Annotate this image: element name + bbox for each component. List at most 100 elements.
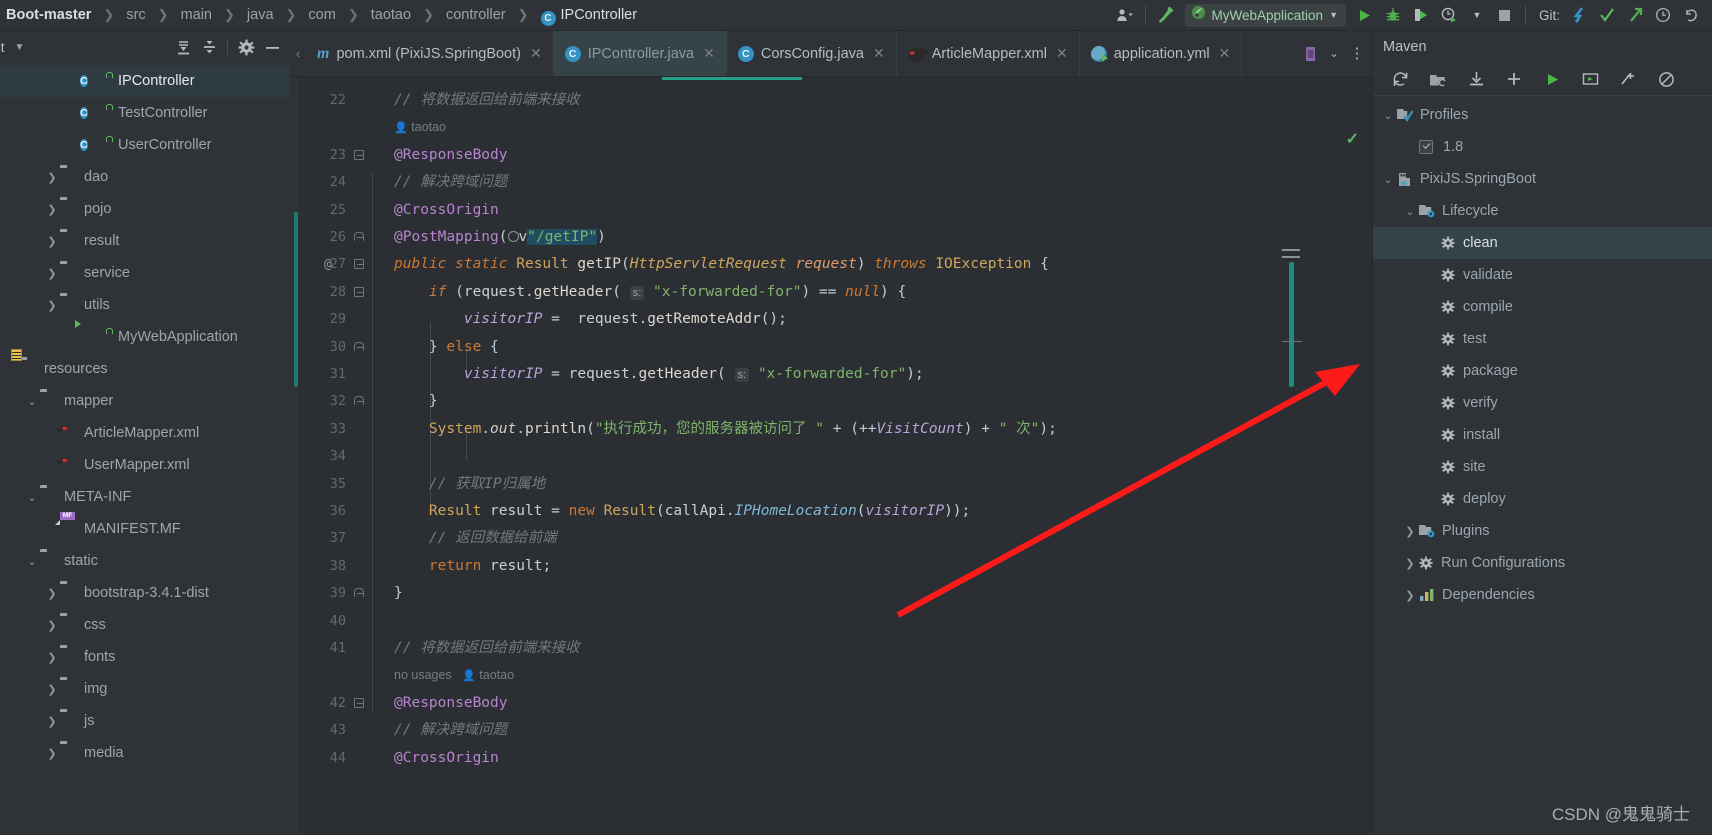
close-icon[interactable]: ✕ [703,45,715,62]
skip-tests-icon[interactable] [1609,65,1647,93]
maven-tree-item[interactable]: validate [1373,259,1712,291]
project-tree-item[interactable]: ❯ result [0,225,290,257]
chevron-right-icon[interactable]: ❯ [44,683,60,696]
editor-tab[interactable]: C IPController.java ✕ [553,31,727,76]
stop-square-icon[interactable] [1492,2,1518,28]
maven-tree-item[interactable]: ❯ Run Configurations [1373,547,1712,579]
code-line[interactable]: @PostMapping(v"/getIP") [394,224,606,251]
code-fold-marker[interactable] [354,396,364,406]
collapse-all-icon[interactable] [197,35,221,59]
chevron-right-icon[interactable]: ❯ [44,747,60,760]
chevron-right-icon[interactable]: ❯ [44,715,60,728]
maven-tree-item[interactable]: compile [1373,291,1712,323]
debug-bug-icon[interactable] [1380,2,1406,28]
chevron-down-icon[interactable]: ⌄ [1379,109,1397,122]
editor-tab[interactable]: C CorsConfig.java ✕ [727,31,897,76]
maven-tree-item[interactable]: 1.8 [1373,131,1712,163]
chevron-down-icon[interactable]: ⌄ [24,555,40,568]
chevron-down-icon[interactable]: ▼ [15,42,25,53]
code-line[interactable]: Result result = new Result(callApi.IPHom… [394,498,970,525]
project-tree-item[interactable]: C IPController [0,65,290,97]
reload-all-projects-icon[interactable] [1381,65,1419,93]
toggle-offline-mode-icon[interactable] [1571,65,1609,93]
code-line[interactable]: @CrossOrigin [394,745,499,772]
editor-scrollbar-thumb[interactable] [1289,262,1294,387]
code-line[interactable]: // 解决跨域问题 [394,169,507,196]
editor-gutter[interactable] [290,77,298,835]
code-line[interactable]: System.out.println("执行成功，您的服务器被访问了 " + (… [394,416,1057,443]
code-line[interactable]: // 解决跨域问题 [394,717,507,744]
project-tree-item[interactable]: ❯ bootstrap-3.4.1-dist [0,577,290,609]
close-icon[interactable]: ✕ [1056,45,1068,62]
code-vision-author[interactable]: 👤 taotao [394,114,446,141]
add-maven-project-icon[interactable] [1419,65,1457,93]
code-line[interactable]: public static Result getIP(HttpServletRe… [394,251,1049,278]
project-tree-item[interactable]: ⌄ META-INF [0,481,290,513]
project-tree-item[interactable]: ❯ service [0,257,290,289]
execute-goal-run-icon[interactable] [1533,65,1571,93]
project-tree-item[interactable]: ❯ fonts [0,641,290,673]
close-icon[interactable]: ✕ [873,45,885,62]
maven-tree-item[interactable]: ⌄ m PixiJS.SpringBoot [1373,163,1712,195]
gutter-annotation-marker[interactable]: @ [324,251,332,278]
gear-icon[interactable] [234,35,258,59]
breadcrumb-item-com[interactable]: com [303,0,340,31]
commit-checkmark-icon[interactable] [1594,2,1620,28]
editor-tab[interactable]: ArticleMapper.xml ✕ [897,31,1080,76]
expand-all-icon[interactable] [171,35,195,59]
breadcrumb-item-boot-master[interactable]: Boot-master [2,0,96,31]
chevron-right-icon[interactable]: ❯ [1401,525,1419,538]
code-editor[interactable]: 22// 将数据返回给前端来接收 👤 taotao 23 @ResponseBody 2… [290,77,1372,835]
code-line[interactable]: } [394,580,403,607]
rollback-undo-icon[interactable] [1678,2,1704,28]
update-project-icon[interactable] [1566,2,1592,28]
chevron-right-icon[interactable]: ❯ [44,587,60,600]
show-dependencies-disabled-icon[interactable] [1647,65,1685,93]
scroll-tabs-left-icon[interactable]: ‹ [290,31,306,76]
chevron-down-icon[interactable]: ⌄ [1379,173,1397,186]
chevron-down-icon[interactable]: ⌄ [1323,43,1345,65]
run-play-icon[interactable] [1352,2,1378,28]
user-profile-icon[interactable] [1112,2,1138,28]
project-tree-item[interactable]: ❯ css [0,609,290,641]
code-fold-marker[interactable] [354,286,364,297]
project-tree-item[interactable]: ❯ img [0,673,290,705]
code-line[interactable]: // 将数据返回给前端来接收 [394,635,580,662]
maven-tree-item[interactable]: site [1373,451,1712,483]
project-tree-item[interactable]: ⌄ static [0,545,290,577]
profiler-clock-icon[interactable] [1436,2,1462,28]
chevron-down-icon[interactable]: ⌄ [24,395,40,408]
maven-tree-item[interactable]: ❯ Dependencies [1373,579,1712,611]
maven-tree-item[interactable]: clean [1373,227,1712,259]
inspections-ok-check[interactable]: ✓ [1346,129,1359,149]
code-line[interactable]: } [394,388,438,415]
code-line[interactable]: return result; [394,553,551,580]
breadcrumb-item-src[interactable]: src [121,0,150,31]
chevron-right-icon[interactable]: ❯ [44,619,60,632]
breadcrumb-item-java[interactable]: java [242,0,279,31]
project-tree-item[interactable]: ❯ js [0,705,290,737]
build-hammer-icon[interactable] [1153,2,1179,28]
close-icon[interactable]: ✕ [530,45,542,62]
project-tree-item[interactable]: ❯ utils [0,289,290,321]
close-icon[interactable]: ✕ [1219,45,1231,62]
chevron-down-icon[interactable]: ⌄ [24,491,40,504]
chevron-right-icon[interactable]: ❯ [1401,557,1419,570]
chevron-down-icon[interactable]: ⌄ [1401,205,1419,218]
breadcrumb-item-controller[interactable]: controller [441,0,511,31]
editor-tab[interactable]: m pom.xml (PixiJS.SpringBoot) ✕ [306,31,554,76]
yaml-file-icon[interactable] [1300,43,1322,65]
history-clock-icon[interactable] [1650,2,1676,28]
maven-tree-item[interactable]: ❯ Plugins [1373,515,1712,547]
code-vision-usages[interactable]: no usages 👤 taotao [394,662,514,689]
maven-tree-item[interactable]: ⌄ Lifecycle [1373,195,1712,227]
maven-tree-item[interactable]: test [1373,323,1712,355]
project-tree-item[interactable]: C TestController [0,97,290,129]
code-fold-marker[interactable] [354,697,364,708]
code-fold-marker[interactable] [354,588,364,598]
project-tree-item[interactable]: ⌄ mapper [0,385,290,417]
project-tree-item[interactable]: MANIFEST.MF [0,513,290,545]
chevron-right-icon[interactable]: ❯ [44,651,60,664]
code-line[interactable]: visitorIP = request.getHeader( s: "x-for… [394,361,924,388]
project-tree-item[interactable]: ArticleMapper.xml [0,417,290,449]
